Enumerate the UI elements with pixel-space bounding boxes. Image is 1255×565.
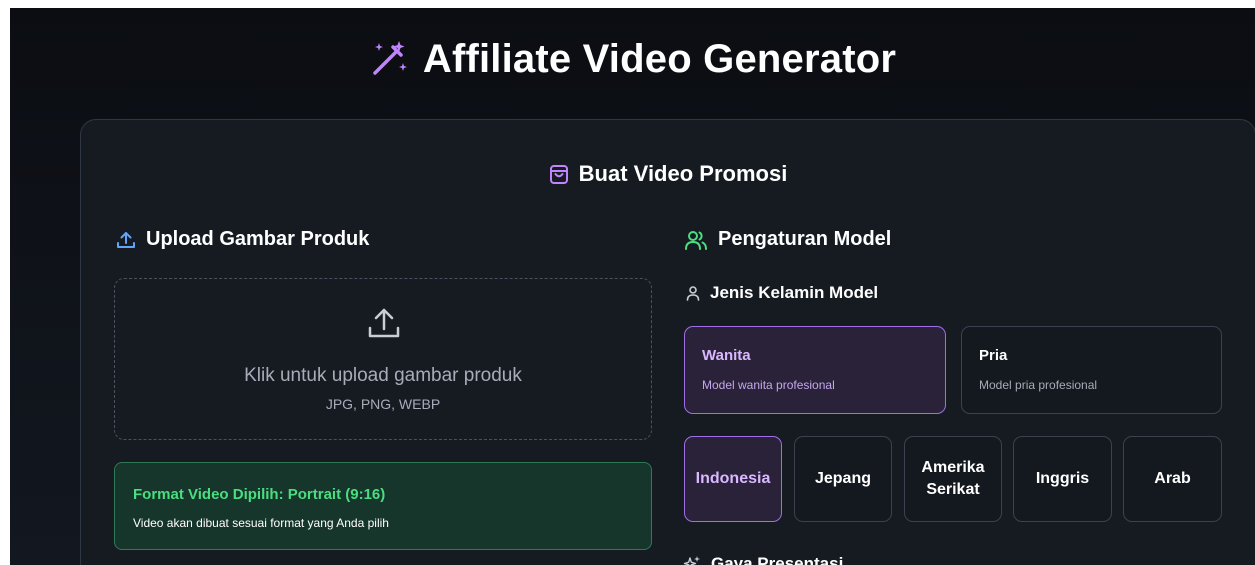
model-settings-header: Pengaturan Model [684, 228, 891, 251]
page-title: Affiliate Video Generator [422, 36, 897, 81]
presentation-label: Gaya Presentasi [711, 554, 844, 565]
upload-section-header: Upload Gambar Produk [116, 228, 369, 251]
card-title: Buat Video Promosi [578, 161, 788, 186]
users-icon [685, 230, 707, 250]
nationality-option-amerika-serikat[interactable]: Amerika Serikat [904, 436, 1002, 522]
magic-wand-icon [373, 41, 407, 75]
format-notice: Format Video Dipilih: Portrait (9:16) Vi… [114, 462, 652, 550]
gender-option-description: Model pria profesional [979, 378, 1098, 392]
nationality-option-indonesia[interactable]: Indonesia [684, 436, 782, 522]
format-notice-title: Format Video Dipilih: Portrait (9:16) [133, 486, 386, 503]
card-header: Buat Video Promosi [81, 160, 1255, 188]
shopping-bag-icon [549, 165, 568, 184]
app-window: Affiliate Video Generator Buat Video Pro… [10, 8, 1255, 565]
nationality-option-inggris[interactable]: Inggris [1013, 436, 1112, 522]
sparkles-icon [683, 556, 700, 565]
dropzone-formats: JPG, PNG, WEBP [325, 396, 441, 412]
upload-dropzone[interactable]: Klik untuk upload gambar produk JPG, PNG… [114, 278, 652, 440]
upload-icon [368, 308, 400, 338]
model-settings-title: Pengaturan Model [718, 228, 892, 250]
gender-label-row: Jenis Kelamin Model [686, 283, 878, 303]
nationality-option-jepang[interactable]: Jepang [794, 436, 892, 522]
gender-option-title: Pria [979, 347, 1008, 364]
gender-option-title: Wanita [702, 347, 751, 364]
dropzone-text: Klik untuk upload gambar produk [244, 365, 522, 386]
nationality-option-arab[interactable]: Arab [1123, 436, 1222, 522]
presentation-label-row: Gaya Presentasi [683, 554, 843, 565]
upload-icon [117, 231, 135, 248]
upload-section-title: Upload Gambar Produk [146, 228, 370, 250]
page-header: Affiliate Video Generator [10, 34, 1255, 84]
promo-card: Buat Video Promosi Upload Gambar Produk … [80, 119, 1255, 565]
gender-label: Jenis Kelamin Model [710, 283, 879, 302]
format-notice-description: Video akan dibuat sesuai format yang And… [133, 516, 389, 530]
gender-option-pria[interactable]: Pria Model pria profesional [961, 326, 1222, 414]
user-icon [686, 286, 700, 301]
gender-option-wanita[interactable]: Wanita Model wanita profesional [684, 326, 946, 414]
gender-option-description: Model wanita profesional [702, 378, 835, 392]
